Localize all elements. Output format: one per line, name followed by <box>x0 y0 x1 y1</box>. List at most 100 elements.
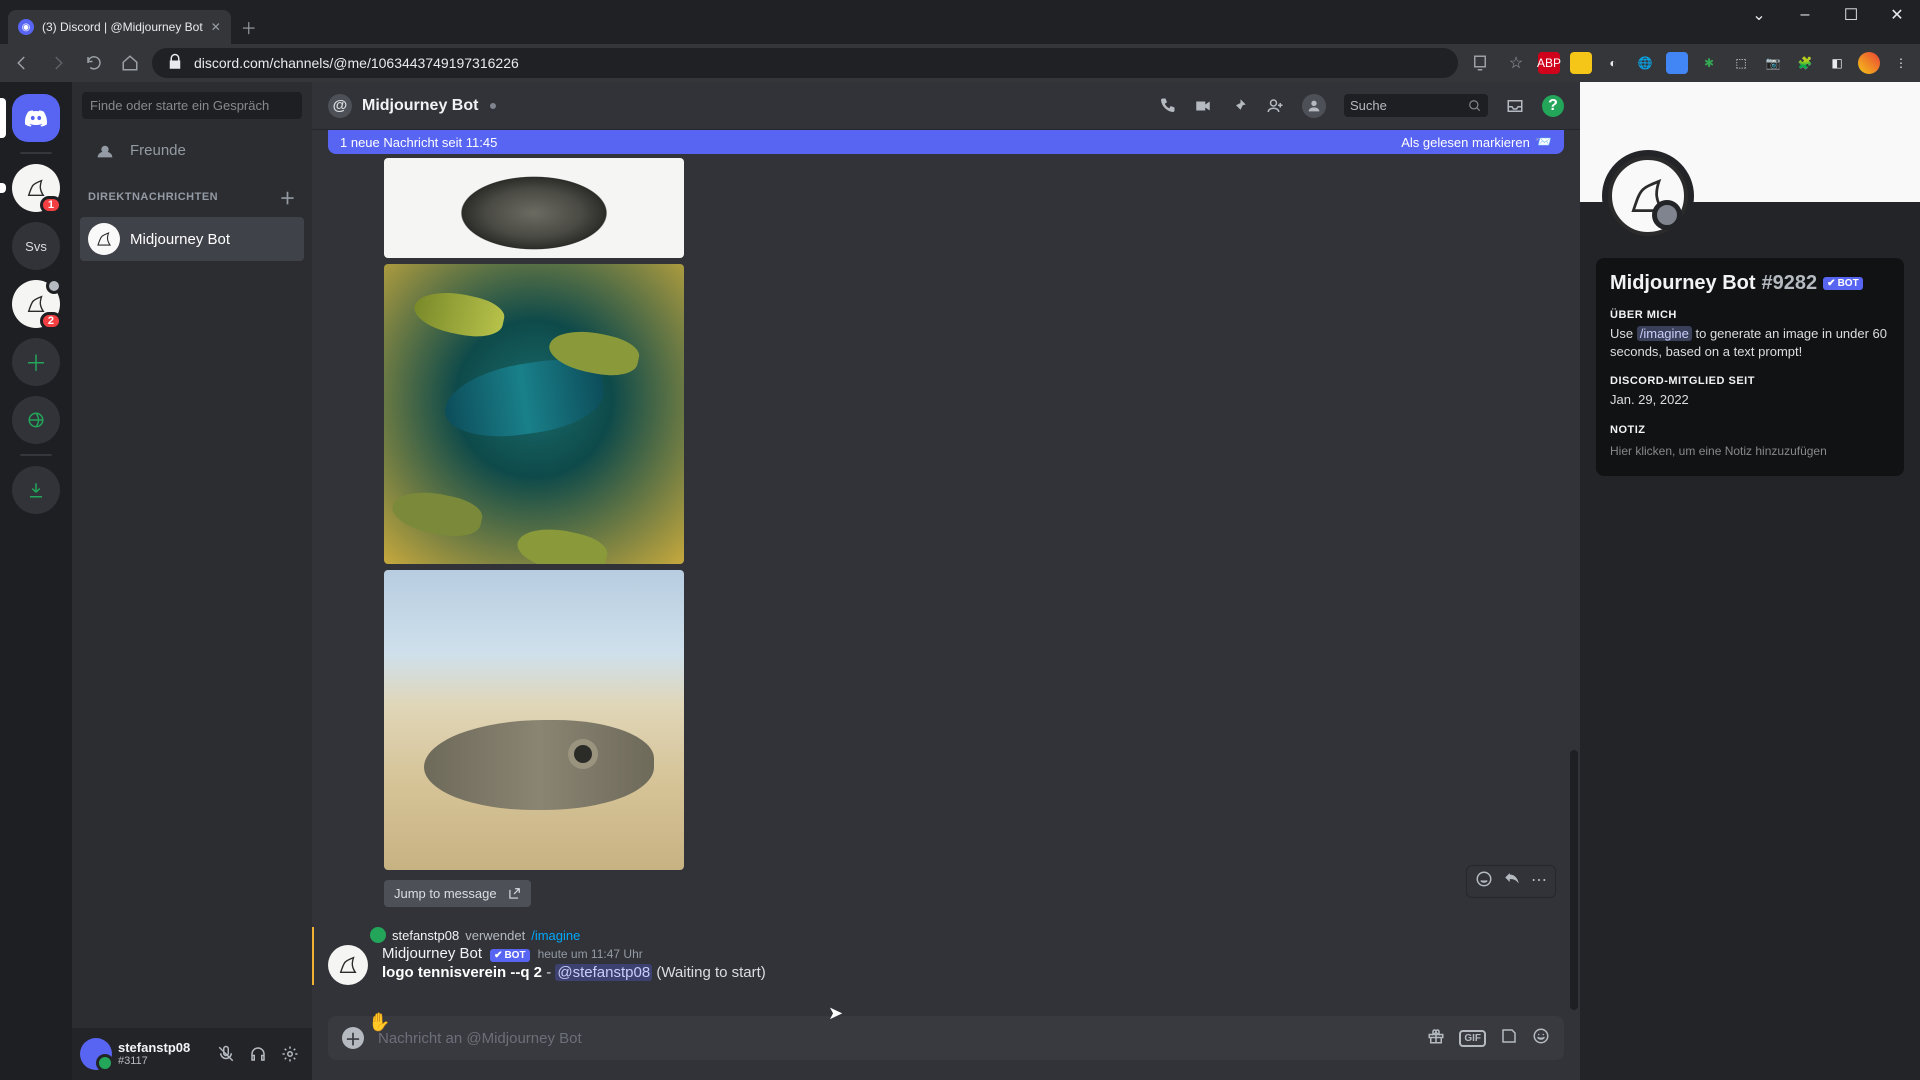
message-timestamp: heute um 11:47 Uhr <box>538 947 643 961</box>
slash-suggestion-icon: ✋ <box>368 1012 390 1033</box>
profile-banner <box>1580 82 1920 202</box>
extensions-tray: ABP ◐ 🌐 ✱ ⬚ 📷 🧩 ◧ ⋮ <box>1538 52 1912 74</box>
mark-read-icon: 📨 <box>1536 134 1552 150</box>
command-reply-line: stefanstp08 verwendet /imagine <box>370 927 1564 943</box>
extension-icon[interactable]: ⬚ <box>1730 52 1752 74</box>
guild-home[interactable] <box>12 94 60 142</box>
folder-indicator-icon <box>46 278 62 294</box>
dm-avatar <box>88 223 120 255</box>
extension-icon[interactable] <box>1570 52 1592 74</box>
sidepanel-icon[interactable]: ◧ <box>1826 52 1848 74</box>
kebab-menu-icon[interactable]: ⋮ <box>1890 52 1912 74</box>
browser-tab-active[interactable]: ◉ (3) Discord | @Midjourney Bot ✕ <box>8 10 231 44</box>
profile-avatar[interactable] <box>1608 156 1688 236</box>
mute-mic-button[interactable] <box>212 1040 240 1068</box>
dm-item-midjourney[interactable]: Midjourney Bot <box>80 217 304 261</box>
home-button[interactable] <box>116 49 144 77</box>
back-button[interactable] <box>8 49 36 77</box>
extension-icon[interactable]: ✱ <box>1698 52 1720 74</box>
window-close-button[interactable]: ✕ <box>1874 0 1920 30</box>
window-minimize-button[interactable]: – <box>1782 0 1828 30</box>
self-avatar[interactable] <box>80 1038 112 1070</box>
new-tab-button[interactable]: ＋ <box>231 10 267 44</box>
sticker-button[interactable] <box>1500 1027 1518 1050</box>
extension-icon[interactable]: ◐ <box>1602 52 1624 74</box>
new-messages-bar[interactable]: 1 neue Nachricht seit 11:45 Als gelesen … <box>328 130 1564 154</box>
dm-section-header: DIREKTNACHRICHTEN <box>88 191 218 203</box>
add-friends-button[interactable] <box>1266 97 1284 115</box>
guild-midjourney[interactable]: 1 <box>12 164 60 212</box>
note-header: NOTIZ <box>1610 424 1890 436</box>
dm-sidebar: Finde oder starte ein Gespräch Freunde D… <box>72 82 312 1080</box>
gif-button[interactable]: GIF <box>1459 1030 1486 1047</box>
extension-icon[interactable] <box>1666 52 1688 74</box>
discord-favicon: ◉ <box>18 19 34 35</box>
explore-servers-button[interactable] <box>12 396 60 444</box>
attach-button[interactable]: ＋ <box>342 1027 364 1049</box>
generated-image[interactable] <box>384 158 684 258</box>
about-me-header: ÜBER MICH <box>1610 309 1890 321</box>
address-bar[interactable]: discord.com/channels/@me/106344374919731… <box>152 48 1458 78</box>
bot-tag-badge: ✔BOT <box>1823 277 1863 290</box>
presence-dot-icon <box>488 101 498 111</box>
profile-username: Midjourney Bot#9282 ✔BOT <box>1610 272 1890 295</box>
show-profile-button[interactable] <box>1302 94 1326 118</box>
search-input[interactable]: Suche <box>1344 94 1488 117</box>
extensions-puzzle-icon[interactable]: 🧩 <box>1794 52 1816 74</box>
tab-close-icon[interactable]: ✕ <box>211 20 221 34</box>
more-actions-button[interactable]: ⋯ <box>1531 870 1547 893</box>
guild-svs[interactable]: Svs <box>12 222 60 270</box>
forward-button[interactable] <box>44 49 72 77</box>
chat-title: Midjourney Bot <box>362 97 478 115</box>
extension-abp-icon[interactable]: ABP <box>1538 52 1560 74</box>
reload-button[interactable] <box>80 49 108 77</box>
message-input-placeholder: Nachricht an @Midjourney Bot <box>378 1030 1413 1047</box>
pinned-messages-button[interactable] <box>1230 97 1248 115</box>
profile-avatar-icon[interactable] <box>1858 52 1880 74</box>
message-content: logo tennisverein --q 2 - @stefanstp08 (… <box>382 964 766 981</box>
extension-icon[interactable]: 📷 <box>1762 52 1784 74</box>
jump-to-message-button[interactable]: Jump to message <box>384 880 531 907</box>
chrome-chevron-icon[interactable]: ⌄ <box>1736 0 1782 30</box>
at-icon: @ <box>328 94 352 118</box>
gift-button[interactable] <box>1427 1027 1445 1050</box>
help-button[interactable]: ? <box>1542 95 1564 117</box>
window-maximize-button[interactable]: ☐ <box>1828 0 1874 30</box>
user-settings-button[interactable] <box>276 1040 304 1068</box>
voice-call-button[interactable] <box>1158 97 1176 115</box>
quick-switcher[interactable]: Finde oder starte ein Gespräch <box>82 92 302 119</box>
deafen-button[interactable] <box>244 1040 272 1068</box>
message-item: stefanstp08 verwendet /imagine Midjourne… <box>312 927 1564 985</box>
extension-globe-icon[interactable]: 🌐 <box>1634 52 1656 74</box>
message-author[interactable]: Midjourney Bot <box>382 945 482 962</box>
guild-item[interactable]: 2 <box>12 280 60 328</box>
generated-image[interactable] <box>384 264 684 564</box>
note-input[interactable]: Hier klicken, um eine Notiz hinzuzufügen <box>1610 440 1890 462</box>
inbox-button[interactable] <box>1506 97 1524 115</box>
download-apps-button[interactable] <box>12 466 60 514</box>
emoji-button[interactable] <box>1532 1027 1550 1050</box>
about-me-text: Use /imagine to generate an image in und… <box>1610 325 1890 361</box>
slash-command-link[interactable]: /imagine <box>531 928 580 943</box>
bookmark-star-icon[interactable]: ☆ <box>1502 49 1530 77</box>
create-dm-button[interactable]: ＋ <box>279 185 296 209</box>
browser-tabstrip: ◉ (3) Discord | @Midjourney Bot ✕ ＋ ⌄ – … <box>0 8 1920 44</box>
install-app-icon[interactable] <box>1466 49 1494 77</box>
guild-badge: 2 <box>40 312 62 330</box>
reply-button[interactable] <box>1503 870 1521 893</box>
generated-image[interactable] <box>384 570 684 870</box>
message-avatar[interactable] <box>328 945 368 985</box>
user-profile-panel: Midjourney Bot#9282 ✔BOT ÜBER MICH Use /… <box>1580 82 1920 1080</box>
add-server-button[interactable]: ＋ <box>12 338 60 386</box>
self-username: stefanstp08 <box>118 1041 190 1055</box>
message-hover-actions: ⋯ <box>1466 865 1556 898</box>
user-mention[interactable]: @stefanstp08 <box>555 964 652 981</box>
message-list[interactable]: Jump to message ⋯ stefanstp08 verwendet … <box>312 130 1580 1016</box>
add-reaction-button[interactable] <box>1475 870 1493 893</box>
friends-tab[interactable]: Freunde <box>80 131 304 169</box>
search-icon <box>1468 99 1482 113</box>
member-since-header: DISCORD-MITGLIED SEIT <box>1610 375 1890 387</box>
message-input[interactable]: ＋ ✋ Nachricht an @Midjourney Bot GIF <box>328 1016 1564 1060</box>
video-call-button[interactable] <box>1194 97 1212 115</box>
scrollbar[interactable] <box>1570 210 1578 916</box>
